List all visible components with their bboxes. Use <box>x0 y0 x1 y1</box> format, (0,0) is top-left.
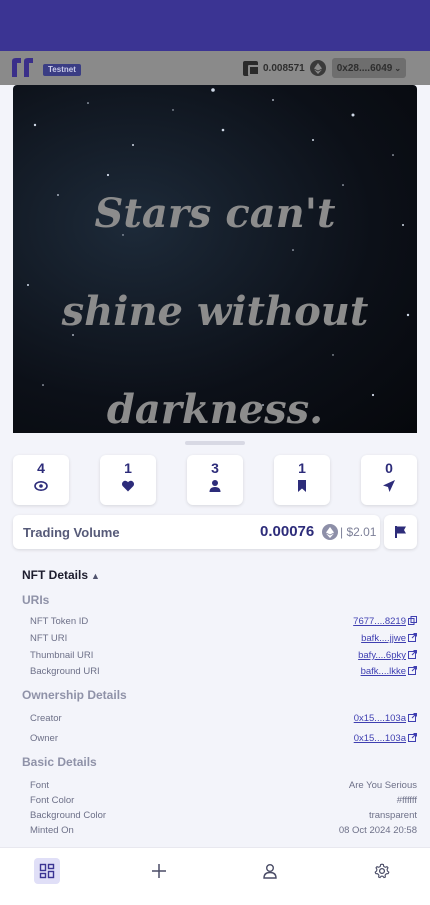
stats-row: 4 1 3 1 0 <box>13 455 417 505</box>
eth-icon <box>322 524 338 540</box>
trading-volume-label: Trading Volume <box>23 525 120 540</box>
likes-stat[interactable]: 1 <box>100 455 156 505</box>
detail-row: Owner 0x15....103a <box>30 733 417 747</box>
eth-icon <box>309 60 326 76</box>
owner-value: 0x15....103a <box>353 733 406 744</box>
nft-details-title: NFT Details <box>22 568 89 582</box>
report-button[interactable] <box>384 515 417 549</box>
nft-image[interactable]: Stars can't shine without darkness. <box>13 85 417 433</box>
gear-icon <box>374 863 390 879</box>
detail-row: Creator 0x15....103a <box>30 713 417 727</box>
bookmarks-stat[interactable]: 1 <box>274 455 330 505</box>
nav-settings[interactable] <box>369 858 395 884</box>
user-icon <box>209 480 221 492</box>
caret-up-icon: ▲ <box>91 571 100 581</box>
detail-row: Background URI bafk....lkke <box>30 666 417 680</box>
detail-row: Background Color transparent <box>30 810 417 824</box>
font-color-label: Font Color <box>30 795 75 806</box>
minted-label: Minted On <box>30 825 74 836</box>
app-header: Testnet 0.008571 0x28....6049 ⌄ <box>0 51 430 85</box>
bookmark-icon <box>298 480 306 492</box>
external-link-icon <box>408 666 417 675</box>
heart-icon <box>121 480 135 492</box>
detail-row: Font Are You Serious <box>30 780 417 794</box>
bottom-nav <box>0 847 430 905</box>
wallet-icon <box>243 60 260 76</box>
owner-label: Owner <box>30 733 58 744</box>
nft-uri-label: NFT URI <box>30 633 68 644</box>
detail-row: NFT URI bafk....jjwe <box>30 633 417 647</box>
detail-row: Thumbnail URI bafy....6pky <box>30 650 417 664</box>
views-count: 4 <box>37 460 45 476</box>
bg-color-value: transparent <box>368 810 417 821</box>
quote-line: Stars can't <box>94 190 336 237</box>
detail-row: Font Color #ffffff <box>30 795 417 809</box>
wallet-balance: 0.008571 <box>263 62 305 74</box>
token-id-link[interactable]: 7677....8219 <box>353 616 417 627</box>
font-label: Font <box>30 780 50 791</box>
nft-detail-sheet: 4 1 3 1 0 Trading Volume 0.00076 | $2.01 <box>0 433 430 847</box>
external-link-icon <box>408 650 417 659</box>
trading-volume-value: 0.00076 <box>260 523 315 540</box>
copy-icon[interactable] <box>408 616 417 625</box>
nft-uri-value: bafk....jjwe <box>361 633 406 644</box>
background-uri-label: Background URI <box>30 666 100 677</box>
shares-count: 0 <box>385 460 393 476</box>
background-uri-value: bafk....lkke <box>360 666 406 677</box>
creator-value: 0x15....103a <box>353 713 406 724</box>
app-logo-icon[interactable] <box>10 57 36 78</box>
uris-section-title: URIs <box>22 593 50 607</box>
minted-value: 08 Oct 2024 20:58 <box>338 825 417 836</box>
owners-stat[interactable]: 3 <box>187 455 243 505</box>
bookmarks-count: 1 <box>298 460 306 476</box>
background-uri-link[interactable]: bafk....lkke <box>361 666 417 677</box>
nav-create[interactable] <box>146 858 172 884</box>
thumbnail-uri-link[interactable]: bafy....6pky <box>358 650 417 661</box>
external-link-icon <box>408 633 417 642</box>
quote-line: darkness. <box>106 386 324 433</box>
wallet-info[interactable]: 0.008571 0x28....6049 ⌄ <box>243 58 407 78</box>
nft-quote: Stars can't shine without darkness. <box>13 165 417 433</box>
likes-count: 1 <box>124 460 132 476</box>
views-stat[interactable]: 4 <box>13 455 69 505</box>
nft-uri-link[interactable]: bafk....jjwe <box>361 633 417 644</box>
eye-icon <box>34 481 48 491</box>
plus-icon <box>152 864 166 878</box>
thumbnail-uri-label: Thumbnail URI <box>30 650 94 661</box>
ownership-section-title: Ownership Details <box>22 688 127 702</box>
nav-profile[interactable] <box>257 858 283 884</box>
shares-stat[interactable]: 0 <box>361 455 417 505</box>
token-id-label: NFT Token ID <box>30 616 89 627</box>
thumbnail-uri-value: bafy....6pky <box>358 650 406 661</box>
basic-section-title: Basic Details <box>22 755 97 769</box>
user-icon <box>263 864 277 879</box>
wallet-address-dropdown[interactable]: 0x28....6049 ⌄ <box>331 58 407 78</box>
dashboard-icon <box>39 863 55 879</box>
owner-link[interactable]: 0x15....103a <box>354 733 417 744</box>
creator-label: Creator <box>30 713 62 724</box>
nft-details-toggle[interactable]: NFT Details ▲ <box>22 568 100 582</box>
detail-row: NFT Token ID 7677....8219 <box>30 616 417 630</box>
trading-volume-card: Trading Volume 0.00076 | $2.01 <box>13 515 380 549</box>
token-id-value: 7677....8219 <box>353 616 406 627</box>
send-icon <box>383 480 395 492</box>
wallet-address: 0x28....6049 <box>336 62 393 74</box>
flag-icon <box>394 526 406 538</box>
sheet-handle[interactable] <box>185 441 245 445</box>
chevron-down-icon: ⌄ <box>394 63 402 73</box>
creator-link[interactable]: 0x15....103a <box>354 713 417 724</box>
bg-color-label: Background Color <box>30 810 107 821</box>
quote-line: shine without <box>61 288 369 335</box>
nav-dashboard[interactable] <box>34 858 60 884</box>
owners-count: 3 <box>211 460 219 476</box>
status-bar <box>0 0 430 51</box>
network-badge: Testnet <box>43 64 81 76</box>
detail-row: Minted On 08 Oct 2024 20:58 <box>30 825 417 839</box>
font-value: Are You Serious <box>348 780 417 791</box>
external-link-icon <box>408 733 417 742</box>
external-link-icon <box>408 713 417 722</box>
font-color-value: #ffffff <box>396 795 417 806</box>
trading-volume-usd: | $2.01 <box>340 525 377 539</box>
